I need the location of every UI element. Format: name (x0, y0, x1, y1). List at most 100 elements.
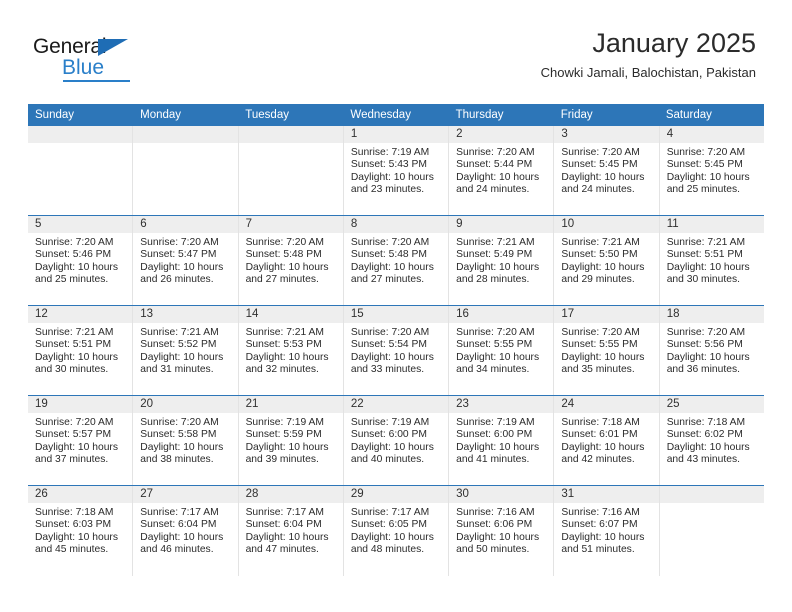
day-cell[interactable]: 22 Sunrise: 7:19 AM Sunset: 6:00 PM Dayligh… (343, 396, 450, 485)
day-number-strip: 10 (554, 216, 659, 233)
sunrise-text: Sunrise: 7:17 AM (140, 507, 219, 518)
day-cell[interactable]: 30 Sunrise: 7:16 AM Sunset: 6:06 PM Dayligh… (449, 486, 555, 576)
day-cell[interactable]: 25 Sunrise: 7:18 AM Sunset: 6:02 PM Dayligh… (659, 396, 764, 485)
daylight-text-line2: and 25 minutes. (666, 184, 740, 196)
daylight-text-line2: and 48 minutes. (350, 544, 425, 556)
day-details: Sunrise: 7:21 AM Sunset: 5:49 PM Daylight:… (449, 233, 553, 287)
day-cell[interactable]: 17 Sunrise: 7:20 AM Sunset: 5:55 PM Dayligh… (554, 306, 660, 395)
day-details: Sunrise: 7:17 AM Sunset: 6:04 PM Daylight:… (239, 503, 343, 557)
day-number-strip: 31 (554, 486, 659, 503)
sunset-text: Sunset: 5:50 PM (561, 249, 638, 261)
daylight-text-line1: Daylight: 10 hours (350, 531, 434, 543)
sunrise-text: Sunrise: 7:20 AM (35, 417, 114, 428)
sunset-text: Sunset: 5:44 PM (456, 159, 533, 171)
day-cell[interactable]: 10 Sunrise: 7:21 AM Sunset: 5:50 PM Dayligh… (554, 216, 660, 305)
sunrise-text: Sunrise: 7:21 AM (140, 327, 219, 338)
day-cell[interactable]: 2 Sunrise: 7:20 AM Sunset: 5:44 PM Daylight… (449, 126, 555, 215)
day-cell[interactable]: 27 Sunrise: 7:17 AM Sunset: 6:04 PM Dayligh… (133, 486, 239, 576)
generalblue-logo[interactable]: General Blue (33, 36, 163, 86)
day-cell[interactable]: 5 Sunrise: 7:20 AM Sunset: 5:46 PM Daylight… (28, 216, 134, 305)
day-cell[interactable]: 23 Sunrise: 7:19 AM Sunset: 6:00 PM Dayligh… (449, 396, 555, 485)
daylight-text-line2: and 45 minutes. (35, 544, 109, 556)
daylight-text-line1: Daylight: 10 hours (666, 441, 750, 453)
daylight-text-line1: Daylight: 10 hours (245, 261, 329, 273)
day-details: Sunrise: 7:19 AM Sunset: 5:59 PM Daylight:… (239, 413, 343, 467)
day-cell[interactable]: 3 Sunrise: 7:20 AM Sunset: 5:45 PM Daylight… (554, 126, 660, 215)
day-cell[interactable]: 11 Sunrise: 7:21 AM Sunset: 5:51 PM Dayligh… (659, 216, 764, 305)
calendar-week-row: 12 Sunrise: 7:21 AM Sunset: 5:51 PM Dayligh… (28, 306, 764, 396)
triangle-icon (98, 39, 128, 56)
sunset-text: Sunset: 5:43 PM (350, 159, 427, 171)
sunset-text: Sunset: 5:45 PM (561, 159, 638, 171)
daylight-text-line1: Daylight: 10 hours (35, 261, 118, 273)
sunset-text: Sunset: 6:04 PM (245, 519, 322, 531)
day-number: 5 (35, 218, 42, 230)
day-cell[interactable]: 28 Sunrise: 7:17 AM Sunset: 6:04 PM Dayligh… (238, 486, 344, 576)
daylight-text-line2: and 31 minutes. (140, 364, 214, 376)
day-cell[interactable]: 15 Sunrise: 7:20 AM Sunset: 5:54 PM Dayligh… (343, 306, 450, 395)
weekday-header-tuesday: Tuesday (245, 109, 289, 121)
sunrise-text: Sunrise: 7:21 AM (35, 327, 114, 338)
daylight-text-line2: and 26 minutes. (140, 274, 214, 286)
day-cell[interactable]: 16 Sunrise: 7:20 AM Sunset: 5:55 PM Dayligh… (449, 306, 555, 395)
day-details: Sunrise: 7:20 AM Sunset: 5:46 PM Daylight:… (28, 233, 132, 287)
day-cell[interactable]: 1 Sunrise: 7:19 AM Sunset: 5:43 PM Daylight… (343, 126, 450, 215)
sunrise-text: Sunrise: 7:20 AM (561, 147, 640, 158)
day-cell[interactable]: 7 Sunrise: 7:20 AM Sunset: 5:48 PM Daylight… (238, 216, 344, 305)
day-number-strip: 19 (28, 396, 133, 413)
day-details: Sunrise: 7:20 AM Sunset: 5:56 PM Daylight:… (660, 323, 764, 377)
day-cell[interactable]: 14 Sunrise: 7:21 AM Sunset: 5:53 PM Dayligh… (238, 306, 344, 395)
daylight-text-line2: and 25 minutes. (35, 274, 109, 286)
sunrise-text: Sunrise: 7:21 AM (561, 237, 640, 248)
day-cell[interactable]: 26 Sunrise: 7:18 AM Sunset: 6:03 PM Dayligh… (28, 486, 134, 576)
sunset-text: Sunset: 6:03 PM (35, 519, 112, 531)
day-cell[interactable]: 9 Sunrise: 7:21 AM Sunset: 5:49 PM Daylight… (449, 216, 555, 305)
day-cell[interactable]: 4 Sunrise: 7:20 AM Sunset: 5:45 PM Daylight… (659, 126, 764, 215)
sunset-text: Sunset: 5:57 PM (35, 429, 112, 441)
day-number: 13 (140, 308, 154, 320)
day-cell[interactable]: 6 Sunrise: 7:20 AM Sunset: 5:47 PM Daylight… (133, 216, 239, 305)
logo-text-blue: Blue (62, 56, 105, 79)
daylight-text-line2: and 30 minutes. (35, 364, 109, 376)
day-cell-empty (28, 126, 134, 215)
daylight-text-line1: Daylight: 10 hours (456, 171, 540, 183)
day-details: Sunrise: 7:20 AM Sunset: 5:44 PM Daylight:… (449, 143, 553, 197)
daylight-text-line1: Daylight: 10 hours (456, 531, 540, 543)
daylight-text-line1: Daylight: 10 hours (456, 441, 540, 453)
day-number: 12 (35, 308, 48, 320)
day-cell[interactable]: 13 Sunrise: 7:21 AM Sunset: 5:52 PM Dayligh… (133, 306, 239, 395)
day-number-strip: 8 (343, 216, 449, 233)
calendar-grid: Sunday Monday Tuesday Wednesday Thursday Frid… (28, 104, 764, 576)
day-number: 26 (35, 488, 48, 500)
day-details: Sunrise: 7:21 AM Sunset: 5:50 PM Daylight:… (554, 233, 658, 287)
day-number: 7 (245, 218, 252, 230)
day-number: 11 (666, 218, 679, 230)
sunrise-text: Sunrise: 7:16 AM (456, 507, 535, 518)
day-cell[interactable]: 20 Sunrise: 7:20 AM Sunset: 5:58 PM Dayligh… (133, 396, 239, 485)
day-number-strip: 4 (659, 126, 764, 143)
day-cell[interactable]: 29 Sunrise: 7:17 AM Sunset: 6:05 PM Dayligh… (343, 486, 450, 576)
day-number: 23 (456, 398, 469, 410)
daylight-text-line1: Daylight: 10 hours (666, 351, 750, 363)
day-cell[interactable]: 8 Sunrise: 7:20 AM Sunset: 5:48 PM Daylight… (343, 216, 450, 305)
day-cell[interactable]: 24 Sunrise: 7:18 AM Sunset: 6:01 PM Dayligh… (554, 396, 660, 485)
day-number-strip: 9 (449, 216, 554, 233)
day-details: Sunrise: 7:19 AM Sunset: 5:43 PM Daylight:… (344, 143, 448, 197)
day-number-strip: 26 (28, 486, 133, 503)
calendar-page: General Blue January 2025 Chowki Jamali,… (0, 0, 792, 612)
calendar-week-row: 19 Sunrise: 7:20 AM Sunset: 5:57 PM Dayligh… (28, 396, 764, 486)
day-cell[interactable]: 31 Sunrise: 7:16 AM Sunset: 6:07 PM Dayligh… (554, 486, 660, 576)
day-cell[interactable]: 21 Sunrise: 7:19 AM Sunset: 5:59 PM Dayligh… (238, 396, 344, 485)
sunset-text: Sunset: 5:51 PM (35, 339, 112, 351)
day-details: Sunrise: 7:19 AM Sunset: 6:00 PM Daylight:… (344, 413, 448, 467)
day-number: 25 (666, 398, 680, 410)
day-number-strip: 12 (28, 306, 133, 323)
daylight-text-line2: and 23 minutes. (350, 184, 425, 196)
day-details: Sunrise: 7:17 AM Sunset: 6:05 PM Daylight:… (344, 503, 448, 557)
day-cell[interactable]: 12 Sunrise: 7:21 AM Sunset: 5:51 PM Dayligh… (28, 306, 134, 395)
daylight-text-line2: and 24 minutes. (456, 184, 530, 196)
day-cell[interactable]: 19 Sunrise: 7:20 AM Sunset: 5:57 PM Dayligh… (28, 396, 134, 485)
day-number-strip: 24 (554, 396, 659, 413)
day-cell[interactable]: 18 Sunrise: 7:20 AM Sunset: 5:56 PM Dayligh… (659, 306, 764, 395)
day-number: 9 (456, 218, 463, 230)
